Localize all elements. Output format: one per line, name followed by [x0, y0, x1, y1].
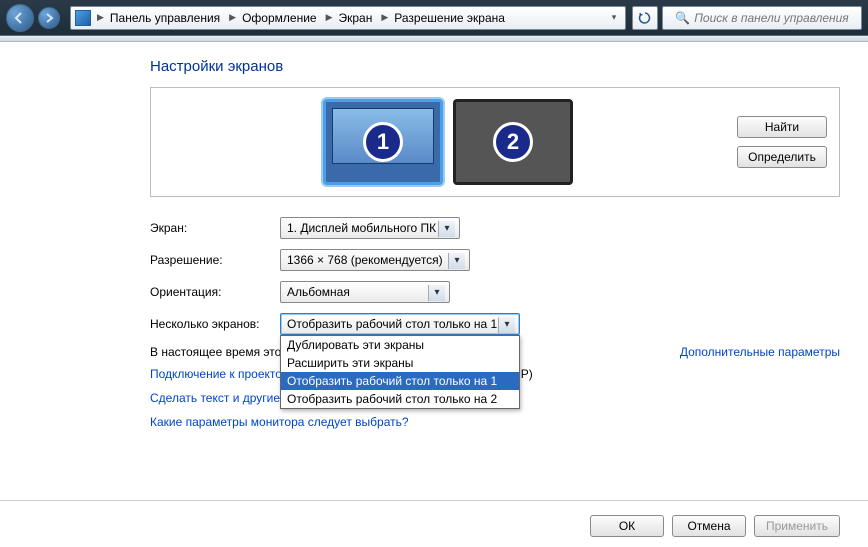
back-button[interactable]: [6, 4, 34, 32]
page-title: Настройки экранов: [150, 58, 840, 75]
breadcrumb-item[interactable]: Разрешение экрана: [390, 7, 512, 29]
breadcrumb-dropdown[interactable]: ▾: [607, 12, 621, 23]
dialog-footer: ОК Отмена Применить: [590, 505, 840, 537]
multiple-displays-select[interactable]: Отобразить рабочий стол только на 1 Дубл…: [280, 313, 520, 335]
dropdown-option[interactable]: Расширить эти экраны: [281, 354, 519, 372]
screen-label: Экран:: [150, 221, 280, 235]
advanced-settings-link[interactable]: Дополнительные параметры: [680, 345, 840, 359]
projector-link[interactable]: Подключение к проектору: [150, 367, 295, 381]
find-button[interactable]: Найти: [737, 116, 827, 138]
monitor-preview-panel: 1 2 Найти Определить: [150, 87, 840, 197]
breadcrumb-item[interactable]: Панель управления: [106, 7, 227, 29]
main-content: Настройки экранов 1 2 Найти Определить Э…: [0, 42, 868, 429]
search-placeholder: Поиск в панели управления: [694, 11, 849, 25]
screen-select[interactable]: 1. Дисплей мобильного ПК: [280, 217, 460, 239]
monitor-panel-buttons: Найти Определить: [737, 116, 827, 168]
chevron-right-icon: ▶: [324, 12, 335, 23]
ok-button[interactable]: ОК: [590, 515, 664, 537]
dropdown-option[interactable]: Отобразить рабочий стол только на 2: [281, 390, 519, 408]
monitor-number: 2: [493, 122, 533, 162]
forward-button[interactable]: [38, 7, 60, 29]
search-icon: 🔍: [675, 11, 690, 25]
cancel-button[interactable]: Отмена: [672, 515, 746, 537]
orientation-label: Ориентация:: [150, 285, 280, 299]
resolution-select[interactable]: 1366 × 768 (рекомендуется): [280, 249, 470, 271]
breadcrumb-item[interactable]: Экран: [335, 7, 380, 29]
refresh-button[interactable]: [632, 6, 658, 30]
multiple-displays-dropdown: Дублировать эти экраны Расширить эти экр…: [280, 335, 520, 409]
address-bar: ▶ Панель управления ▶ Оформление ▶ Экран…: [0, 0, 868, 36]
which-monitor-link[interactable]: Какие параметры монитора следует выбрать…: [150, 415, 840, 429]
chevron-right-icon: ▶: [379, 12, 390, 23]
monitor-2[interactable]: 2: [453, 99, 573, 185]
orientation-select[interactable]: Альбомная: [280, 281, 450, 303]
resolution-label: Разрешение:: [150, 253, 280, 267]
monitor-number: 1: [363, 122, 403, 162]
chevron-right-icon: ▶: [227, 12, 238, 23]
multiple-displays-label: Несколько экранов:: [150, 317, 280, 331]
monitor-preview: 1 2: [159, 99, 737, 185]
apply-button[interactable]: Применить: [754, 515, 840, 537]
dropdown-option[interactable]: Дублировать эти экраны: [281, 336, 519, 354]
settings-form: Экран: 1. Дисплей мобильного ПК Разрешен…: [150, 217, 840, 359]
footer-divider: [0, 500, 868, 501]
identify-button[interactable]: Определить: [737, 146, 827, 168]
monitor-1[interactable]: 1: [323, 99, 443, 185]
chevron-right-icon: ▶: [95, 12, 106, 23]
control-panel-icon: [75, 10, 91, 26]
dropdown-option[interactable]: Отобразить рабочий стол только на 1: [281, 372, 519, 390]
breadcrumb-item[interactable]: Оформление: [238, 7, 323, 29]
breadcrumb[interactable]: ▶ Панель управления ▶ Оформление ▶ Экран…: [70, 6, 626, 30]
search-input[interactable]: 🔍 Поиск в панели управления: [662, 6, 862, 30]
